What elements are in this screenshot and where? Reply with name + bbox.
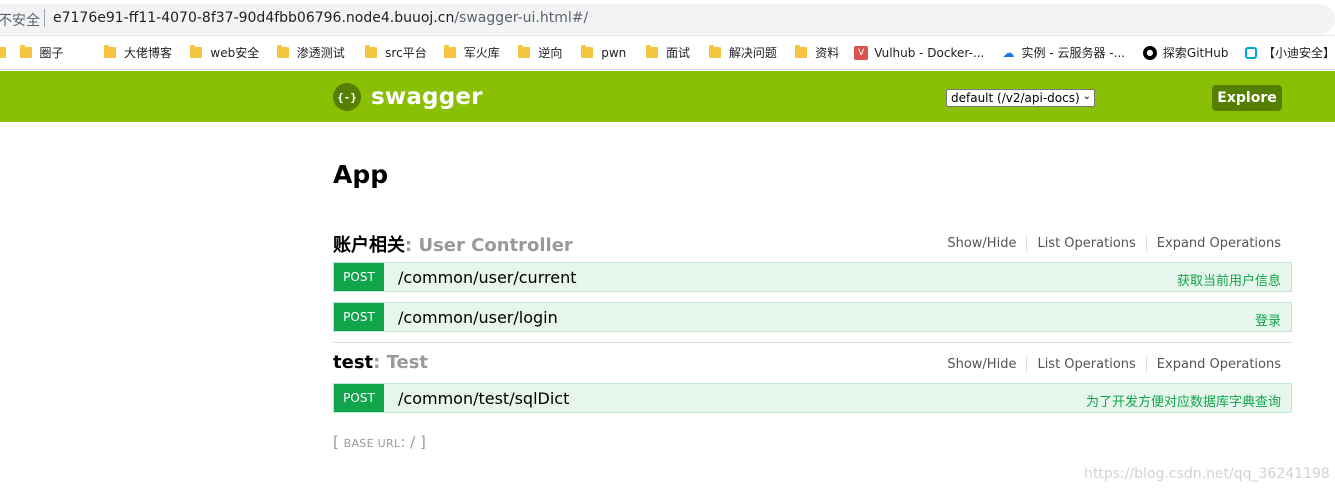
bookmark-label: src平台 (385, 46, 427, 60)
not-secure-label[interactable]: 不安全 (0, 10, 40, 30)
cloud-icon: ☁ (1002, 45, 1015, 60)
http-method-badge: POST (334, 263, 384, 291)
operation-row[interactable]: POST /common/user/current 获取当前用户信息 (333, 262, 1292, 292)
operation-row[interactable]: POST /common/test/sqlDict 为了开发方便对应数据库字典查… (333, 383, 1292, 413)
bookmark-folder[interactable]: web安全 (190, 36, 276, 69)
folder-icon (19, 45, 32, 58)
http-method-badge: POST (334, 384, 384, 412)
bookmark-label: 【小迪安全】 (1263, 46, 1335, 60)
bookmark-folder[interactable]: 面试 (646, 36, 709, 69)
bookmark-label: 渗透测试 (296, 46, 345, 60)
folder-icon (103, 45, 116, 58)
operation-summary[interactable]: 登录 (1255, 310, 1281, 329)
resource-name-link[interactable]: 账户相关: User Controller (333, 231, 573, 257)
bilibili-icon (1245, 46, 1257, 59)
resource-options: Show/Hide List Operations Expand Operati… (947, 236, 1281, 251)
folder-icon (443, 45, 456, 58)
bookmark-label: web安全 (210, 46, 260, 60)
bookmark-folder[interactable]: 大佬博客 (103, 36, 190, 69)
folder-icon (0, 47, 6, 58)
explore-button[interactable]: Explore (1212, 85, 1282, 111)
bookmark-label: 解决问题 (728, 46, 777, 60)
swagger-header: {-} swagger default (/v2/api-docs) ⌄ Exp… (0, 71, 1335, 122)
folder-icon (795, 45, 808, 58)
show-hide-link[interactable]: Show/Hide (947, 236, 1026, 251)
base-url-open: [ (333, 433, 344, 451)
bookmark-folder[interactable]: 解决问题 (708, 36, 795, 69)
vulhub-icon: V (854, 45, 869, 60)
http-method-badge: POST (334, 303, 384, 331)
expand-operations-link[interactable]: Expand Operations (1145, 236, 1281, 251)
list-operations-link[interactable]: List Operations (1026, 236, 1145, 251)
folder-icon (190, 45, 203, 58)
bookmark-folder[interactable]: 资料 (795, 36, 854, 69)
resource-description: : User Controller (405, 235, 573, 256)
bookmark-label: 面试 (666, 46, 691, 60)
base-url-value: : / ] (400, 433, 426, 451)
resource-heading: test: Test Show/Hide List Operations Exp… (333, 352, 1291, 380)
bookmark-folder[interactable]: 渗透测试 (276, 36, 365, 69)
resource-name-link[interactable]: test: Test (333, 352, 428, 373)
bookmark-label: 资料 (815, 46, 840, 60)
bookmark-bilibili[interactable]: 【小迪安全】 (1245, 36, 1335, 69)
operation-path[interactable]: /common/user/login (398, 308, 558, 327)
api-selector[interactable]: default (/v2/api-docs) ⌄ (946, 89, 1095, 107)
operation-path[interactable]: /common/test/sqlDict (398, 389, 569, 408)
bookmark-label: 大佬博客 (123, 46, 172, 60)
operation-summary[interactable]: 获取当前用户信息 (1177, 270, 1281, 289)
bookmark-folder[interactable]: 圈子 (19, 36, 104, 69)
bookmark-folder[interactable]: 军火库 (443, 36, 519, 69)
list-operations-link[interactable]: List Operations (1026, 357, 1145, 372)
bookmark-label: 军火库 (463, 46, 500, 60)
bookmark-folder[interactable]: src平台 (365, 36, 444, 69)
swagger-logo-icon: {-} (333, 83, 361, 111)
folder-icon (581, 45, 594, 58)
folder-icon (646, 45, 659, 58)
api-selector-value: default (/v2/api-docs) (951, 91, 1080, 105)
bookmark-folder[interactable] (0, 36, 20, 69)
folder-icon (518, 45, 531, 58)
bookmark-folder[interactable]: 逆向 (518, 36, 581, 69)
operation-path[interactable]: /common/user/current (398, 268, 576, 287)
bookmark-label: 实例 - 云服务器 -... (1021, 46, 1126, 60)
expand-operations-link[interactable]: Expand Operations (1145, 357, 1281, 372)
base-url-info: [ BASE URL: / ] (333, 433, 426, 451)
url-host: e7176e91-ff11-4070-8f37-90d4fbb06796.nod… (53, 10, 455, 26)
bookmark-folder[interactable]: pwn (581, 36, 646, 69)
bookmark-label: pwn (601, 45, 627, 60)
operation-summary[interactable]: 为了开发方便对应数据库字典查询 (1086, 391, 1281, 410)
github-icon: ● (1142, 45, 1157, 60)
bookmarks-bar: 圈子 大佬博客 web安全 渗透测试 src平台 军火库 逆向 pwn 面试 解… (0, 36, 1335, 70)
folder-icon (365, 45, 378, 58)
folder-icon (708, 45, 721, 58)
resource-divider (333, 342, 1292, 343)
resource-name: test (333, 352, 374, 373)
page-title: App (333, 160, 389, 189)
omnibox-separator (44, 9, 45, 27)
resource-description: : Test (373, 352, 429, 373)
watermark-text: https://blog.csdn.net/qq_36241198 (1084, 466, 1330, 482)
operation-row[interactable]: POST /common/user/login 登录 (333, 302, 1292, 332)
resource-options: Show/Hide List Operations Expand Operati… (947, 357, 1281, 372)
show-hide-link[interactable]: Show/Hide (947, 357, 1026, 372)
resource-heading: 账户相关: User Controller Show/Hide List Ope… (333, 231, 1291, 259)
bookmark-vulhub[interactable]: V Vulhub - Docker-... (854, 36, 1001, 69)
bookmark-label: 探索GitHub (1162, 46, 1229, 60)
bookmark-label: 圈子 (39, 46, 64, 60)
swagger-logo[interactable]: {-} swagger (333, 83, 483, 111)
address-bar: 不安全 e7176e91-ff11-4070-8f37-90d4fbb06796… (0, 0, 1335, 36)
bookmark-label: 逆向 (538, 46, 563, 60)
folder-icon (276, 45, 289, 58)
chevron-down-icon: ⌄ (1082, 91, 1091, 102)
bookmark-github[interactable]: ● 探索GitHub (1142, 36, 1245, 69)
bookmark-label: Vulhub - Docker-... (874, 45, 985, 60)
resource-name: 账户相关 (333, 235, 405, 256)
base-url-label: BASE URL (343, 437, 401, 450)
url-path: /swagger-ui.html#/ (454, 10, 589, 26)
swagger-logo-text: swagger (371, 84, 483, 110)
url-text[interactable]: e7176e91-ff11-4070-8f37-90d4fbb06796.nod… (53, 10, 588, 26)
bookmark-cloud[interactable]: ☁ 实例 - 云服务器 -... (1001, 36, 1142, 69)
